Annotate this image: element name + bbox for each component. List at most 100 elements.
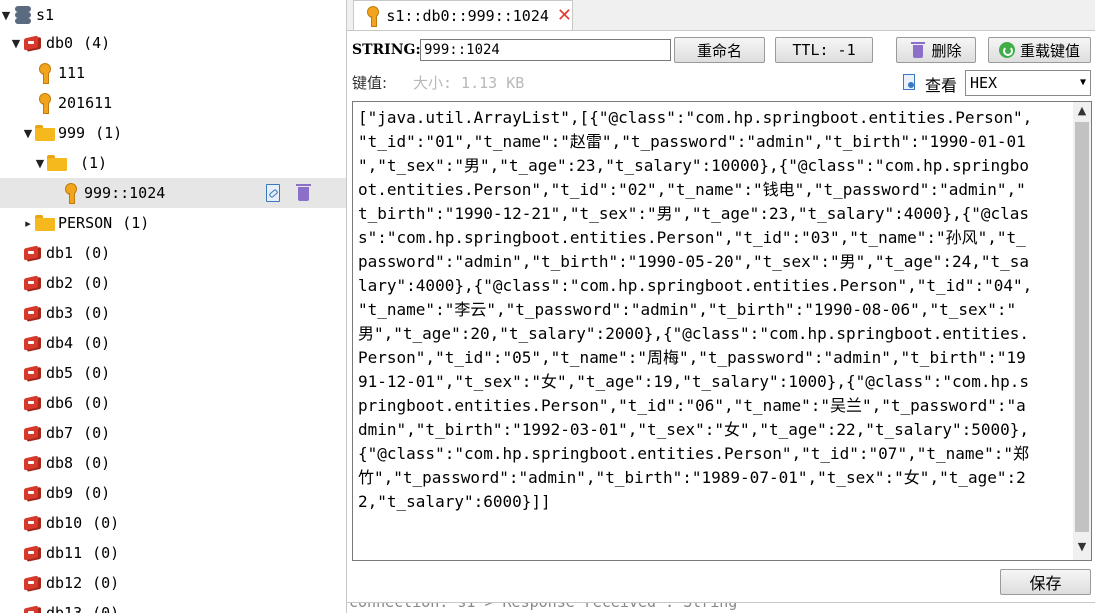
- server-icon: [12, 4, 34, 26]
- copy-link-icon[interactable]: [263, 183, 281, 203]
- view-format-select[interactable]: HEX ▼: [965, 70, 1091, 96]
- value-line: 男","t_age":20,"t_salary":2000},{"@class"…: [358, 324, 1030, 343]
- db-key-count: (0): [92, 544, 120, 562]
- value-text[interactable]: ["java.util.ArrayList",[{"@class":"com.h…: [358, 106, 1060, 514]
- tree-key-row[interactable]: 111: [0, 58, 346, 88]
- db-key-count: (0): [83, 394, 111, 412]
- db-key-count: (0): [92, 514, 120, 532]
- db-key-count: (0): [83, 454, 111, 472]
- db-key-count: (0): [83, 274, 111, 292]
- collapse-arrow-icon[interactable]: ▼: [10, 37, 22, 50]
- key-editor-panel: STRING: 重命名 TTL: -1 删除 重载键值 键值: 大小: 1.13…: [347, 31, 1095, 614]
- key-icon: [34, 62, 56, 84]
- database-icon: [22, 272, 44, 294]
- database-icon: [22, 332, 44, 354]
- db-label: db7: [46, 424, 74, 442]
- save-label: 保存: [1029, 574, 1062, 593]
- rename-button[interactable]: 重命名: [674, 37, 765, 63]
- value-line: 91-12-01","t_sex":"女","t_age":19,"t_sala…: [358, 372, 1030, 391]
- tree-db-row[interactable]: db12 (0): [0, 568, 346, 598]
- tree-db-row[interactable]: db9 (0): [0, 478, 346, 508]
- expand-arrow-icon[interactable]: ▸: [22, 217, 34, 230]
- db-label: db3: [46, 304, 74, 322]
- tree-folder-person-row[interactable]: ▸ PERSON (1): [0, 208, 346, 238]
- folder-icon: [46, 152, 68, 174]
- tree-db-row[interactable]: db7 (0): [0, 418, 346, 448]
- database-icon: [22, 542, 44, 564]
- close-icon[interactable]: ✕: [557, 5, 572, 26]
- folder-label: 999: [58, 124, 86, 142]
- scroll-thumb[interactable]: [1075, 122, 1089, 532]
- value-line: password":"admin","t_birth":"1990-05-20"…: [358, 252, 1030, 271]
- key-name-input[interactable]: [420, 39, 671, 61]
- tab-key[interactable]: s1::db0::999::1024 ✕: [353, 0, 573, 30]
- reload-icon: [998, 42, 1015, 58]
- view-format-icon: [902, 74, 916, 90]
- collapse-arrow-icon[interactable]: ▼: [22, 127, 34, 140]
- tree-db-row[interactable]: db1 (0): [0, 238, 346, 268]
- value-editor[interactable]: ["java.util.ArrayList",[{"@class":"com.h…: [352, 101, 1092, 561]
- tree-server-row[interactable]: ▼ s1: [0, 0, 346, 30]
- tab-title: s1::db0::999::1024: [386, 6, 549, 25]
- tree-key-row[interactable]: 201611: [0, 88, 346, 118]
- tree-db0-row[interactable]: ▼ db0 (4): [0, 28, 346, 58]
- value-line: t_birth":"1990-12-21","t_sex":"男","t_age…: [358, 204, 1030, 223]
- vertical-scrollbar[interactable]: ▲ ▼: [1073, 102, 1091, 560]
- database-icon: [22, 572, 44, 594]
- tree-folder-999-row[interactable]: ▼ 999 (1): [0, 118, 346, 148]
- chevron-down-icon: ▼: [1079, 77, 1086, 88]
- db-key-count: (0): [83, 424, 111, 442]
- value-line: s":"com.hp.springboot.entities.Person","…: [358, 228, 1026, 247]
- tree-db-row[interactable]: db6 (0): [0, 388, 346, 418]
- db-label: db8: [46, 454, 74, 472]
- folder-icon: [34, 212, 56, 234]
- value-size: 大小: 1.13 KB: [413, 74, 525, 92]
- value-line: Person","t_id":"05","t_name":"周梅","t_pas…: [358, 348, 1026, 367]
- database-icon: [22, 452, 44, 474]
- tree-db-row[interactable]: db13 (0): [0, 598, 346, 613]
- value-line: 2,"t_salary":6000}]]: [358, 492, 551, 511]
- reload-button[interactable]: 重载键值: [988, 37, 1091, 63]
- key-icon: [362, 5, 380, 27]
- ttl-button[interactable]: TTL: -1: [775, 37, 873, 63]
- collapse-arrow-icon[interactable]: ▼: [34, 157, 46, 170]
- reload-label: 重载键值: [1019, 41, 1080, 60]
- tree-db-row[interactable]: db5 (0): [0, 358, 346, 388]
- tree-db-row[interactable]: db3 (0): [0, 298, 346, 328]
- tree-db-row[interactable]: db8 (0): [0, 448, 346, 478]
- tree-db-row[interactable]: db10 (0): [0, 508, 346, 538]
- scroll-down-icon[interactable]: ▼: [1073, 540, 1091, 556]
- database-icon: [22, 482, 44, 504]
- scroll-up-icon[interactable]: ▲: [1073, 104, 1091, 120]
- tree-selected-key-row[interactable]: 999::1024: [0, 178, 346, 208]
- log-text: connection: s1 > Response received : Str…: [349, 602, 738, 611]
- database-icon: [22, 422, 44, 444]
- tree-db-row[interactable]: db11 (0): [0, 538, 346, 568]
- db-key-count: (0): [92, 574, 120, 592]
- db-key-count: (0): [83, 364, 111, 382]
- delete-button[interactable]: 删除: [896, 37, 976, 63]
- folder-icon: [34, 122, 56, 144]
- value-line: ot.entities.Person","t_id":"02","t_name"…: [358, 180, 1026, 199]
- trash-icon[interactable]: [295, 183, 313, 203]
- db-label: db11: [46, 544, 83, 562]
- value-line: lary":4000},{"@class":"com.hp.springboot…: [358, 276, 1033, 295]
- value-line: pringboot.entities.Person","t_id":"06","…: [358, 396, 1026, 415]
- folder-count: (1): [122, 214, 150, 232]
- value-line: 竹","t_password":"admin","t_birth":"1989-…: [358, 468, 1026, 487]
- server-label: s1: [36, 6, 55, 24]
- database-icon: [22, 242, 44, 264]
- value-line: ","t_sex":"男","t_age":23,"t_salary":1000…: [358, 156, 1030, 175]
- db-label: db12: [46, 574, 83, 592]
- tree-db-row[interactable]: db2 (0): [0, 268, 346, 298]
- save-button[interactable]: 保存: [1000, 569, 1091, 595]
- folder-count: (1): [95, 124, 123, 142]
- tree-folder-empty-row[interactable]: ▼ (1): [0, 148, 346, 178]
- tree-db-row[interactable]: db4 (0): [0, 328, 346, 358]
- db-key-count: (0): [83, 484, 111, 502]
- key-icon: [60, 182, 82, 204]
- collapse-arrow-icon[interactable]: ▼: [0, 9, 12, 22]
- value-line: "t_id":"01","t_name":"赵雷","t_password":"…: [358, 132, 1026, 151]
- key-label: 201611: [58, 94, 113, 112]
- db-label: db10: [46, 514, 83, 532]
